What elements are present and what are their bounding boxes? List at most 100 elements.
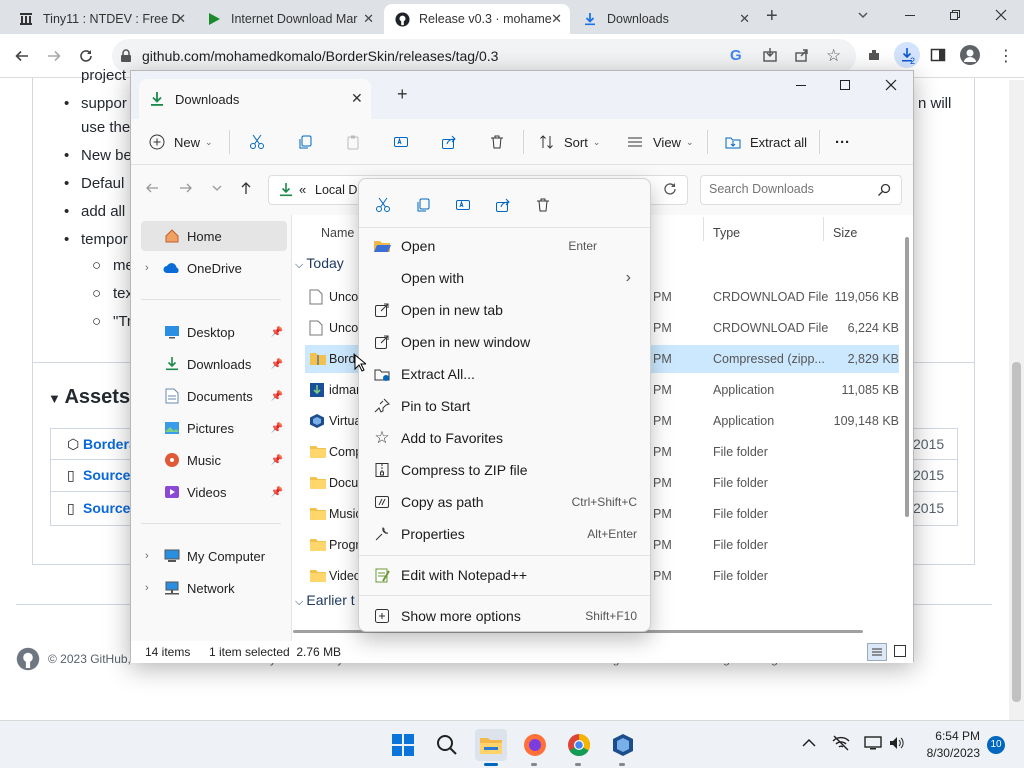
clock-time[interactable]: 6:54 PM: [924, 729, 980, 743]
share-button[interactable]: [441, 127, 457, 157]
menu-item-properties[interactable]: Properties Alt+Enter: [365, 519, 645, 549]
display-icon[interactable]: [864, 735, 882, 751]
profile-avatar[interactable]: [960, 45, 980, 65]
pin-icon[interactable]: 📌: [271, 391, 283, 402]
nav-item-music[interactable]: Music 📌: [141, 445, 287, 475]
refresh-icon[interactable]: [663, 182, 677, 196]
close-tab-icon[interactable]: ✕: [551, 11, 562, 27]
page-scrollbar[interactable]: [1009, 80, 1024, 720]
explorer-tab-downloads[interactable]: Downloads ✕: [139, 79, 371, 119]
pin-icon[interactable]: 📌: [271, 455, 283, 466]
close-explorer-tab-icon[interactable]: ✕: [351, 90, 363, 107]
column-header-name[interactable]: Name: [321, 226, 354, 240]
lock-icon[interactable]: [120, 49, 132, 63]
virtualbox-icon[interactable]: [607, 729, 639, 761]
downloads-button[interactable]: 2: [894, 42, 920, 68]
browser-tab-tiny11[interactable]: Tiny11 : NTDEV : Free D ✕: [8, 4, 194, 34]
bookmark-star-icon[interactable]: ☆: [826, 46, 841, 66]
nav-item-documents[interactable]: Documents 📌: [141, 381, 287, 411]
sort-button[interactable]: Sort ⌄: [539, 127, 600, 157]
see-more-button[interactable]: ···: [835, 127, 850, 157]
menu-item-open[interactable]: Open Enter: [365, 231, 645, 261]
copy-button[interactable]: [297, 127, 313, 157]
menu-item-pin-to-start[interactable]: Pin to Start: [365, 391, 645, 421]
extensions-icon[interactable]: [866, 47, 882, 63]
notification-badge[interactable]: 10: [987, 736, 1005, 754]
nav-item-videos[interactable]: Videos 📌: [141, 477, 287, 507]
maximize-icon[interactable]: [839, 79, 851, 91]
pin-icon[interactable]: 📌: [271, 359, 283, 370]
pin-icon[interactable]: 📌: [271, 327, 283, 338]
minimize-icon[interactable]: [795, 79, 807, 91]
browser-tab-release[interactable]: Release v0.3 · mohame ✕: [384, 4, 570, 34]
firefox-icon[interactable]: [519, 729, 551, 761]
share-icon[interactable]: [491, 193, 515, 217]
up-arrow-icon[interactable]: [239, 181, 253, 195]
new-button[interactable]: New ⌄: [149, 127, 213, 157]
view-button[interactable]: View ⌄: [627, 127, 694, 157]
search-input[interactable]: [709, 182, 869, 196]
cut-icon[interactable]: [371, 193, 395, 217]
menu-item-open-new-tab[interactable]: Open in new tab: [365, 295, 645, 325]
rename-icon[interactable]: [451, 193, 475, 217]
back-icon[interactable]: [10, 44, 34, 68]
page-scrollbar-thumb[interactable]: [1012, 362, 1021, 702]
close-window-icon[interactable]: [994, 8, 1008, 22]
rename-button[interactable]: [393, 127, 409, 157]
delete-button[interactable]: [489, 127, 505, 157]
menu-item-add-to-favorites[interactable]: ☆ Add to Favorites: [365, 423, 645, 453]
paste-button[interactable]: [345, 127, 361, 157]
nav-item-my-computer[interactable]: › My Computer: [141, 541, 287, 571]
google-icon[interactable]: G: [730, 47, 742, 64]
side-panel-icon[interactable]: [930, 47, 946, 63]
pin-icon[interactable]: 📌: [271, 487, 283, 498]
details-view-icon[interactable]: [867, 643, 887, 661]
delete-icon[interactable]: [531, 193, 555, 217]
volume-icon[interactable]: [888, 735, 906, 751]
menu-item-open-with[interactable]: Open with ›: [365, 263, 645, 293]
menu-item-edit-notepad[interactable]: Edit with Notepad++: [365, 560, 645, 590]
search-icon[interactable]: [431, 729, 463, 761]
pin-icon[interactable]: 📌: [271, 423, 283, 434]
browser-tab-idm[interactable]: Internet Download Mar ✕: [196, 4, 382, 34]
group-header-today[interactable]: ⌵ Today: [295, 255, 344, 272]
clock-date[interactable]: 8/30/2023: [914, 746, 980, 760]
chrome-menu-icon[interactable]: ⋮: [998, 46, 1014, 66]
nav-item-desktop[interactable]: Desktop 📌: [141, 317, 287, 347]
forward-icon[interactable]: [42, 44, 66, 68]
search-box[interactable]: [700, 175, 902, 205]
menu-item-extract-all[interactable]: Extract All...: [365, 359, 645, 389]
close-tab-icon[interactable]: ✕: [175, 11, 186, 27]
extract-all-button[interactable]: Extract all: [725, 127, 807, 157]
minimize-icon[interactable]: [903, 8, 917, 22]
restore-icon[interactable]: [948, 8, 962, 22]
reload-icon[interactable]: [74, 44, 98, 68]
vertical-scrollbar-thumb[interactable]: [905, 237, 909, 517]
menu-item-compress-zip[interactable]: Compress to ZIP file: [365, 455, 645, 485]
nav-item-downloads[interactable]: Downloads 📌: [141, 349, 287, 379]
back-arrow-icon[interactable]: [145, 181, 159, 195]
install-app-icon[interactable]: [762, 47, 778, 63]
close-tab-icon[interactable]: ✕: [363, 11, 374, 27]
search-icon[interactable]: [877, 183, 891, 197]
chrome-icon[interactable]: [563, 729, 595, 761]
menu-item-open-new-window[interactable]: Open in new window: [365, 327, 645, 357]
network-offline-icon[interactable]: [832, 735, 850, 751]
close-tab-icon[interactable]: ✕: [739, 11, 750, 27]
forward-arrow-icon[interactable]: [179, 181, 193, 195]
pane-splitter[interactable]: [291, 215, 292, 641]
close-window-icon[interactable]: [885, 79, 897, 91]
cut-button[interactable]: [249, 127, 265, 157]
browser-tab-downloads[interactable]: Downloads ✕: [572, 4, 758, 34]
new-tab-button[interactable]: +: [766, 5, 778, 28]
menu-item-copy-as-path[interactable]: Copy as path Ctrl+Shift+C: [365, 487, 645, 517]
copy-icon[interactable]: [411, 193, 435, 217]
menu-item-show-more-options[interactable]: Show more options Shift+F10: [365, 601, 645, 631]
start-button[interactable]: [387, 729, 419, 761]
column-header-type[interactable]: Type: [713, 226, 740, 240]
column-header-size[interactable]: Size: [833, 226, 857, 240]
explorer-new-tab-button[interactable]: +: [397, 84, 408, 105]
file-explorer-taskbar-icon[interactable]: [475, 729, 507, 761]
nav-item-onedrive[interactable]: › OneDrive: [141, 253, 287, 283]
tiles-view-icon[interactable]: [893, 644, 907, 658]
